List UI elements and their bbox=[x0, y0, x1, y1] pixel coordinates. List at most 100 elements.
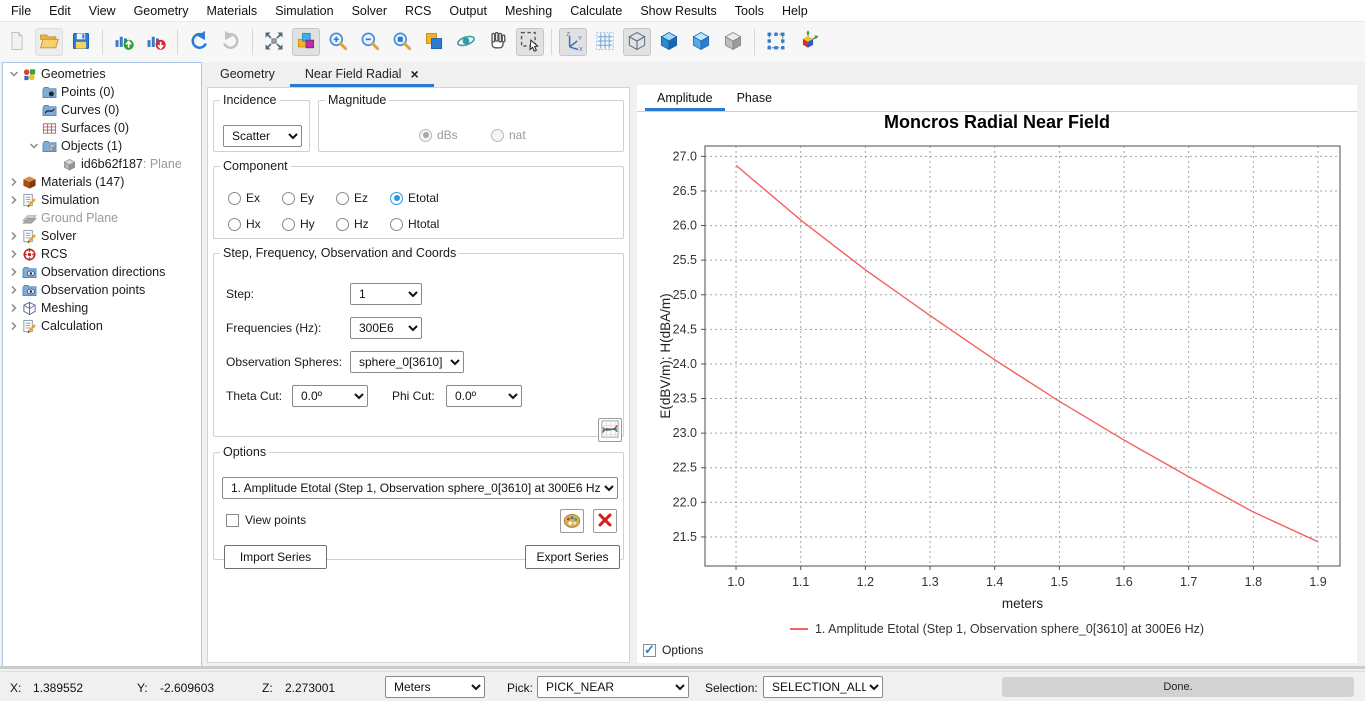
coord-x-label: X: bbox=[10, 681, 21, 695]
view-points-checkbox[interactable]: View points bbox=[226, 513, 306, 527]
open-file-button[interactable] bbox=[35, 28, 63, 56]
flat-view-button[interactable] bbox=[719, 28, 747, 56]
menu-item-calculate[interactable]: Calculate bbox=[561, 1, 631, 21]
menu-item-materials[interactable]: Materials bbox=[197, 1, 266, 21]
menu-item-solver[interactable]: Solver bbox=[343, 1, 396, 21]
tree-item-calculation[interactable]: Calculation bbox=[3, 317, 201, 335]
tab-amplitude[interactable]: Amplitude bbox=[645, 85, 725, 111]
chevron-down-icon[interactable] bbox=[7, 69, 21, 79]
radio-hy[interactable]: Hy bbox=[282, 217, 315, 231]
export-series-button[interactable]: Export Series bbox=[525, 545, 620, 569]
redo-button[interactable] bbox=[217, 28, 245, 56]
chevron-right-icon[interactable] bbox=[7, 321, 21, 331]
menu-item-show-results[interactable]: Show Results bbox=[631, 1, 725, 21]
view-solids-button[interactable] bbox=[292, 28, 320, 56]
solid-view-button[interactable] bbox=[655, 28, 683, 56]
tree-item-observation-points[interactable]: Observation points bbox=[3, 281, 201, 299]
close-tab-icon[interactable]: × bbox=[410, 68, 418, 80]
tree-item-simulation[interactable]: Simulation bbox=[3, 191, 201, 209]
axes-button[interactable]: ZYX bbox=[559, 28, 587, 56]
chevron-right-icon[interactable] bbox=[7, 285, 21, 295]
tab-phase[interactable]: Phase bbox=[725, 85, 784, 111]
radio-nat[interactable]: nat bbox=[491, 128, 526, 142]
tree-item-observation-directions[interactable]: Observation directions bbox=[3, 263, 201, 281]
zoom-out-button[interactable] bbox=[356, 28, 384, 56]
tree-item-rcs[interactable]: RCS bbox=[3, 245, 201, 263]
new-document-button[interactable] bbox=[3, 28, 31, 56]
menu-item-geometry[interactable]: Geometry bbox=[125, 1, 198, 21]
pick-select[interactable]: PICK_NEAR bbox=[537, 676, 689, 698]
tab-geometry[interactable]: Geometry bbox=[205, 62, 290, 87]
chevron-right-icon[interactable] bbox=[7, 249, 21, 259]
chevron-right-icon[interactable] bbox=[7, 303, 21, 313]
tab-near-field-radial[interactable]: Near Field Radial × bbox=[290, 62, 434, 87]
export-results-button[interactable] bbox=[142, 28, 170, 56]
radio-nat-label: nat bbox=[509, 128, 526, 142]
menu-item-tools[interactable]: Tools bbox=[726, 1, 773, 21]
radio-ey[interactable]: Ey bbox=[282, 191, 314, 205]
zoom-window-button[interactable] bbox=[388, 28, 416, 56]
radio-etotal[interactable]: Etotal bbox=[390, 191, 439, 205]
menu-item-meshing[interactable]: Meshing bbox=[496, 1, 561, 21]
step-select[interactable]: 1 bbox=[350, 283, 422, 305]
delete-series-button[interactable] bbox=[593, 509, 617, 533]
zoom-in-button[interactable] bbox=[324, 28, 352, 56]
chevron-down-icon[interactable] bbox=[27, 141, 41, 151]
units-select[interactable]: Meters bbox=[385, 676, 485, 698]
selection-box-button[interactable] bbox=[762, 28, 790, 56]
tree-item-ground-plane[interactable]: Ground Plane bbox=[3, 209, 201, 227]
pan-button[interactable] bbox=[484, 28, 512, 56]
radio-ex[interactable]: Ex bbox=[228, 191, 260, 205]
orbit-button[interactable] bbox=[452, 28, 480, 56]
phi-cut-select[interactable]: 0.0º bbox=[446, 385, 522, 407]
tree-item-points-0[interactable]: Points (0) bbox=[3, 83, 201, 101]
wireframe-view-button[interactable] bbox=[623, 28, 651, 56]
selection-select[interactable]: SELECTION_ALL bbox=[763, 676, 883, 698]
plot-settings-button[interactable] bbox=[598, 418, 622, 442]
tree-item-curves-0[interactable]: Curves (0) bbox=[3, 101, 201, 119]
menu-item-file[interactable]: File bbox=[2, 1, 40, 21]
radio-htotal[interactable]: Htotal bbox=[390, 217, 439, 231]
observation-spheres-select[interactable]: sphere_0[3610] bbox=[350, 351, 464, 373]
radio-ez[interactable]: Ez bbox=[336, 191, 368, 205]
chevron-right-icon[interactable] bbox=[7, 231, 21, 241]
chevron-right-icon[interactable] bbox=[7, 177, 21, 187]
select-rectangle-button[interactable] bbox=[516, 28, 544, 56]
fit-view-button[interactable] bbox=[260, 28, 288, 56]
import-results-button[interactable] bbox=[110, 28, 138, 56]
menu-item-view[interactable]: View bbox=[80, 1, 125, 21]
step-frequency-legend: Step, Frequency, Observation and Coords bbox=[220, 246, 459, 260]
series-color-button[interactable] bbox=[560, 509, 584, 533]
bring-to-front-button[interactable] bbox=[420, 28, 448, 56]
tree-item-geometries[interactable]: Geometries bbox=[3, 65, 201, 83]
menu-item-help[interactable]: Help bbox=[773, 1, 817, 21]
plot-svg[interactable]: 1.01.11.21.31.41.51.61.71.81.921.522.022… bbox=[655, 133, 1345, 615]
undo-button[interactable] bbox=[185, 28, 213, 56]
tree-item-surfaces-0[interactable]: Surfaces (0) bbox=[3, 119, 201, 137]
tree-item-id6b62f187[interactable]: id6b62f187 : Plane bbox=[3, 155, 201, 173]
theta-cut-select[interactable]: 0.0º bbox=[292, 385, 368, 407]
menu-item-simulation[interactable]: Simulation bbox=[266, 1, 342, 21]
menu-item-edit[interactable]: Edit bbox=[40, 1, 80, 21]
grid-button[interactable] bbox=[591, 28, 619, 56]
radio-hz[interactable]: Hz bbox=[336, 217, 369, 231]
menu-item-rcs[interactable]: RCS bbox=[396, 1, 440, 21]
radio-dbs[interactable]: dBs bbox=[419, 128, 458, 142]
series-select[interactable]: 1. Amplitude Etotal (Step 1, Observation… bbox=[222, 477, 618, 499]
incidence-select[interactable]: Scatter bbox=[223, 125, 302, 147]
tree-item-meshing[interactable]: Meshing bbox=[3, 299, 201, 317]
horizontal-splitter[interactable] bbox=[0, 666, 1365, 669]
menu-item-output[interactable]: Output bbox=[440, 1, 496, 21]
import-series-button[interactable]: Import Series bbox=[224, 545, 327, 569]
orientation-axes-button[interactable] bbox=[794, 28, 822, 56]
save-button[interactable] bbox=[67, 28, 95, 56]
chevron-right-icon[interactable] bbox=[7, 267, 21, 277]
chevron-right-icon[interactable] bbox=[7, 195, 21, 205]
frequencies-select[interactable]: 300E6 bbox=[350, 317, 422, 339]
tree-item-materials-147[interactable]: Materials (147) bbox=[3, 173, 201, 191]
tree-item-solver[interactable]: Solver bbox=[3, 227, 201, 245]
options-checkbox[interactable]: Options bbox=[643, 643, 703, 657]
radio-hx[interactable]: Hx bbox=[228, 217, 261, 231]
tree-item-objects-1[interactable]: Objects (1) bbox=[3, 137, 201, 155]
shaded-view-button[interactable] bbox=[687, 28, 715, 56]
